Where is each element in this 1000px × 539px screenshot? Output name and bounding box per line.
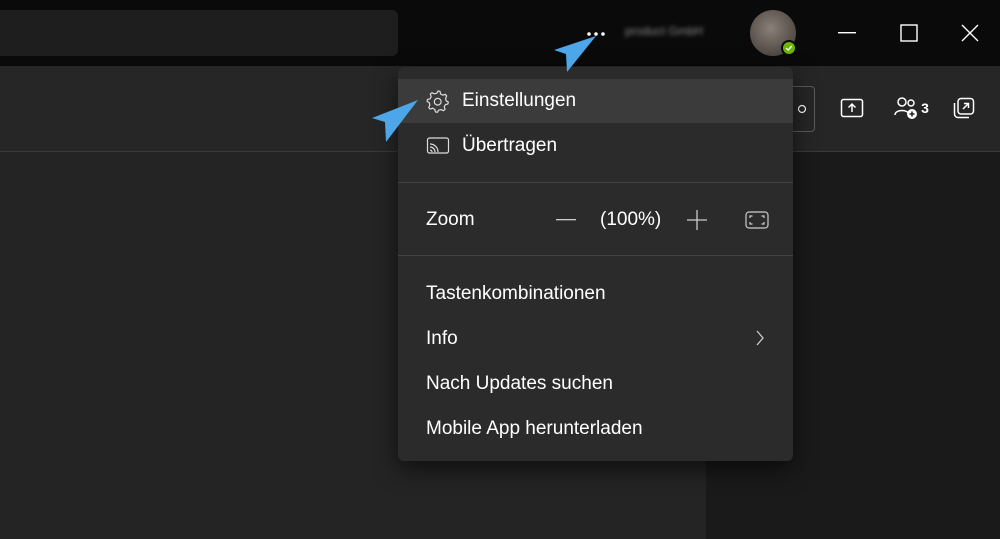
menu-item-check-updates[interactable]: Nach Updates suchen — [398, 362, 793, 406]
menu-item-info[interactable]: Info — [398, 317, 793, 361]
minimize-button[interactable] — [832, 18, 862, 48]
presence-available-icon — [781, 40, 797, 56]
gear-icon — [426, 89, 454, 113]
menu-item-settings[interactable]: Einstellungen — [398, 79, 793, 123]
chevron-right-icon — [756, 330, 764, 346]
maximize-icon — [900, 24, 918, 42]
menu-item-shortcuts-label: Tastenkombinationen — [426, 283, 606, 304]
menu-item-shortcuts[interactable]: Tastenkombinationen — [398, 272, 793, 316]
zoom-value: (100%) — [600, 209, 662, 230]
pointer-arrow-icon — [554, 36, 596, 72]
fullscreen-icon — [745, 211, 769, 229]
share-icon — [840, 98, 864, 118]
menu-item-mobile-app[interactable]: Mobile App herunterladen — [398, 407, 793, 451]
zoom-out-button[interactable] — [550, 203, 582, 237]
menu-item-cast-label: Übertragen — [462, 135, 558, 156]
participants-count: 3 — [921, 100, 929, 116]
zoom-label: Zoom — [426, 209, 475, 230]
pointer-arrow-icon — [372, 100, 418, 142]
menu-item-info-label: Info — [426, 328, 458, 349]
menu-item-settings-label: Einstellungen — [462, 90, 577, 111]
menu-divider — [398, 182, 793, 183]
close-button[interactable] — [955, 18, 985, 48]
toolbar-hidden-button[interactable] — [790, 86, 815, 132]
share-button[interactable] — [836, 86, 868, 130]
minimize-icon — [838, 32, 856, 34]
minus-icon — [556, 219, 576, 221]
menu-divider — [398, 255, 793, 256]
title-bar: product GmbH — [0, 0, 1000, 66]
plus-icon — [687, 210, 707, 230]
popout-icon — [953, 97, 975, 119]
organization-name: product GmbH — [625, 24, 704, 38]
cast-icon — [426, 136, 454, 156]
participants-button[interactable]: 3 — [888, 86, 934, 130]
more-options-menu: Einstellungen Übertragen Zoom (100%) Tas… — [398, 67, 793, 461]
close-icon — [961, 24, 979, 42]
menu-item-mobile-app-label: Mobile App herunterladen — [426, 418, 643, 439]
menu-item-cast[interactable]: Übertragen — [398, 124, 793, 168]
maximize-button[interactable] — [894, 18, 924, 48]
participants-icon — [894, 97, 918, 119]
fullscreen-button[interactable] — [741, 203, 773, 237]
search-box[interactable] — [0, 10, 398, 56]
popout-button[interactable] — [950, 86, 978, 130]
menu-item-check-updates-label: Nach Updates suchen — [426, 373, 613, 394]
zoom-in-button[interactable] — [681, 203, 713, 237]
